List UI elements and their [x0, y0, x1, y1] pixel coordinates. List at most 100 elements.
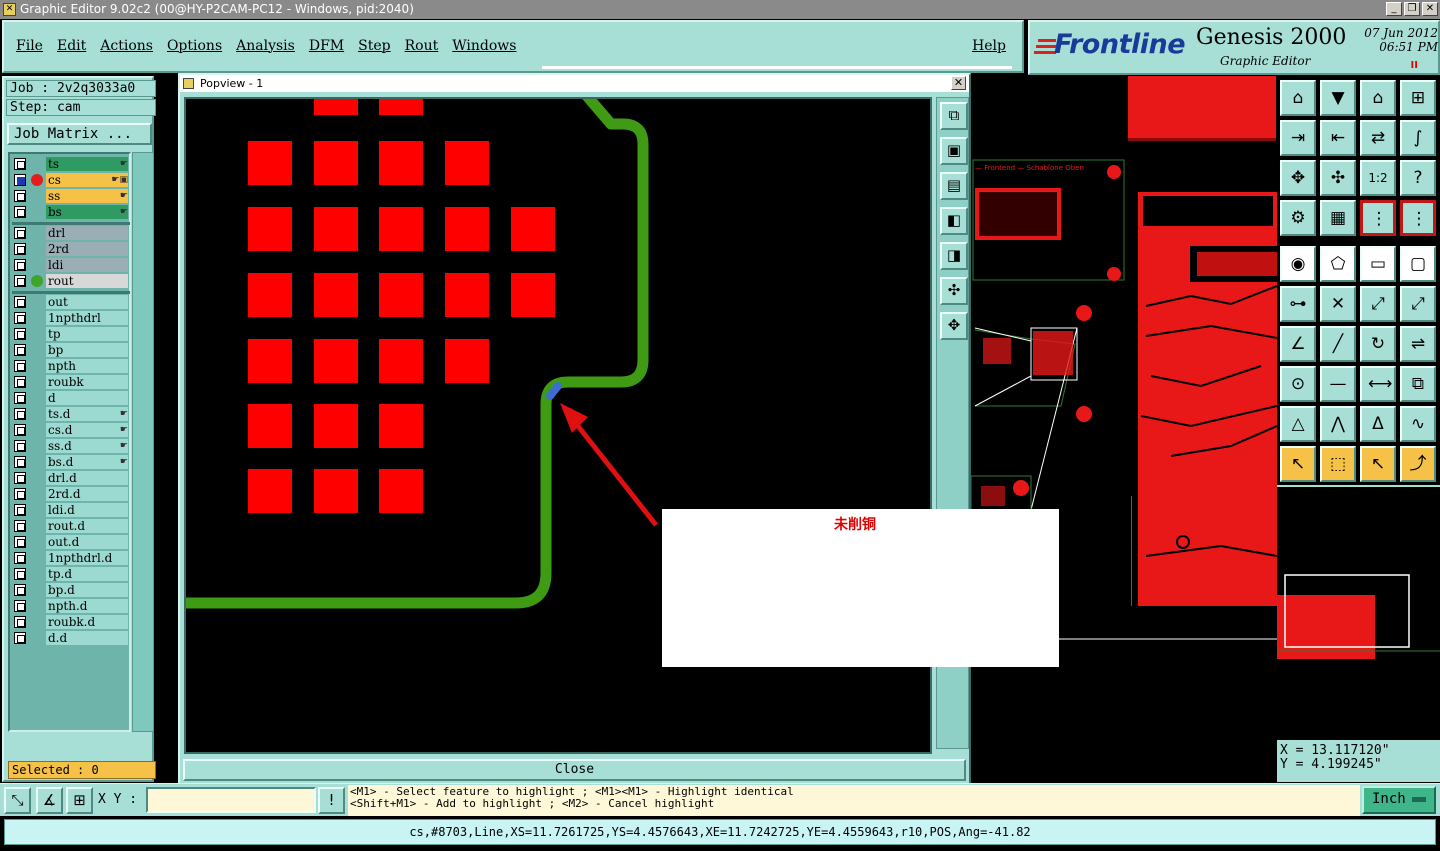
- measure-icon[interactable]: ∡: [36, 787, 63, 814]
- snap-point-icon[interactable]: ⊙: [1280, 366, 1316, 402]
- layer-row-ldi[interactable]: ldi: [12, 258, 130, 272]
- minimize-button[interactable]: _: [1386, 2, 1402, 16]
- home-icon[interactable]: ⌂: [1280, 80, 1316, 116]
- layer-list-scrollbar[interactable]: [132, 152, 154, 732]
- layer-checkbox[interactable]: [14, 227, 26, 239]
- layer-checkbox[interactable]: [14, 243, 26, 255]
- step-in-icon[interactable]: ⇥: [1280, 120, 1316, 156]
- wave-icon[interactable]: ∿: [1400, 406, 1436, 442]
- layer-checkbox[interactable]: [14, 296, 26, 308]
- layer-row-rout[interactable]: rout: [12, 274, 130, 288]
- layer-name[interactable]: tp.d: [46, 567, 128, 581]
- layer-name[interactable]: d: [46, 391, 128, 405]
- layer-row-2rd[interactable]: 2rd: [12, 242, 130, 256]
- layer-row-out[interactable]: out: [12, 295, 130, 309]
- pan-left-icon[interactable]: ◧: [940, 207, 968, 235]
- layer-name[interactable]: rout.d: [46, 519, 128, 533]
- layer-name[interactable]: roubk: [46, 375, 128, 389]
- join-icon[interactable]: ⤢: [1400, 286, 1436, 322]
- help-icon[interactable]: ?: [1400, 160, 1436, 196]
- ratio-icon[interactable]: 1:2: [1360, 160, 1396, 196]
- layer-checkbox[interactable]: [14, 424, 26, 436]
- step-out-icon[interactable]: ⇤: [1320, 120, 1356, 156]
- delta-icon[interactable]: Δ: [1360, 406, 1396, 442]
- layer-checkbox[interactable]: [14, 206, 26, 218]
- popview-window[interactable]: Popview - 1 ✕ ⧉ ▣ ▤ ◧ ◨ ✣ ✥ Close: [178, 73, 971, 785]
- alert-icon[interactable]: !: [318, 787, 345, 814]
- layer-row-tp[interactable]: tp: [12, 327, 130, 341]
- main-graphics-canvas[interactable]: — Frontend — Schablone Oben: [971, 76, 1277, 782]
- layer-row-bp[interactable]: bp: [12, 343, 130, 357]
- layer-checkbox[interactable]: [14, 536, 26, 548]
- display-icon[interactable]: ▼: [1320, 80, 1356, 116]
- layer-row-d[interactable]: d: [12, 391, 130, 405]
- house-icon[interactable]: ⌂: [1360, 80, 1396, 116]
- layer-row-ldi-d[interactable]: ldi.d: [12, 503, 130, 517]
- layer-name[interactable]: out: [46, 295, 128, 309]
- layer-row-1npthdrl[interactable]: 1npthdrl: [12, 311, 130, 325]
- menu-item-edit[interactable]: Edit: [57, 38, 86, 54]
- layer-checkbox[interactable]: [14, 190, 26, 202]
- layer-name[interactable]: bp: [46, 343, 128, 357]
- split-view-icon[interactable]: ⊞: [1400, 80, 1436, 116]
- shape-icon[interactable]: ⬠: [1320, 246, 1356, 282]
- rotate-icon[interactable]: ↻: [1360, 326, 1396, 362]
- layer-row-drl-d[interactable]: drl.d: [12, 471, 130, 485]
- layer-row-d-d[interactable]: d.d: [12, 631, 130, 645]
- layer-checkbox[interactable]: [14, 376, 26, 388]
- layer-checkbox[interactable]: [14, 552, 26, 564]
- tools-icon[interactable]: ⚙: [1280, 200, 1316, 236]
- grid-toggle-icon[interactable]: ▦: [1320, 200, 1356, 236]
- layer-name[interactable]: tp: [46, 327, 128, 341]
- snap-layer-icon[interactable]: ⋮: [1400, 200, 1436, 236]
- layer-checkbox[interactable]: [14, 312, 26, 324]
- grid-icon[interactable]: ⊞: [66, 787, 93, 814]
- select-box-icon[interactable]: ⬚: [1320, 446, 1356, 482]
- layer-checkbox[interactable]: [14, 632, 26, 644]
- segment-icon[interactable]: —: [1320, 366, 1356, 402]
- menu-item-actions[interactable]: Actions: [100, 38, 153, 54]
- edit-node-icon[interactable]: ⤴: [1400, 446, 1436, 482]
- menu-item-windows[interactable]: Windows: [452, 38, 516, 54]
- layer-row-2rd-d[interactable]: 2rd.d: [12, 487, 130, 501]
- menu-item-step[interactable]: Step: [358, 38, 390, 54]
- mirror-icon[interactable]: ⇌: [1400, 326, 1436, 362]
- layer-name[interactable]: ldi: [46, 258, 128, 272]
- units-selector[interactable]: Inch: [1362, 786, 1436, 814]
- pan-up-icon[interactable]: ▣: [940, 137, 968, 165]
- job-matrix-button[interactable]: Job Matrix ...: [7, 123, 152, 145]
- layer-checkbox[interactable]: [14, 504, 26, 516]
- center-icon[interactable]: ✣: [1320, 160, 1356, 196]
- menu-item-dfm[interactable]: DFM: [309, 38, 344, 54]
- layer-row-roubk-d[interactable]: roubk.d: [12, 615, 130, 629]
- layer-checkbox[interactable]: [14, 158, 26, 170]
- layer-checkbox[interactable]: [14, 259, 26, 271]
- layer-checkbox[interactable]: [14, 456, 26, 468]
- layer-name[interactable]: drl: [46, 226, 128, 240]
- layer-row-bs-d[interactable]: bs.d ☛: [12, 455, 130, 469]
- layer-name[interactable]: ss ☛: [46, 189, 128, 203]
- line-icon[interactable]: ╱: [1320, 326, 1356, 362]
- layer-checkbox[interactable]: [14, 584, 26, 596]
- layers-icon[interactable]: ⋮: [1360, 200, 1396, 236]
- swap-icon[interactable]: ⇄: [1360, 120, 1396, 156]
- cross-icon[interactable]: ✕: [1320, 286, 1356, 322]
- layer-checkbox[interactable]: [14, 472, 26, 484]
- layer-name[interactable]: bs ☛: [46, 205, 128, 219]
- pad-icon[interactable]: ◉: [1280, 246, 1316, 282]
- layer-row-cs-d[interactable]: cs.d ☛: [12, 423, 130, 437]
- pause-indicator[interactable]: II: [1411, 60, 1418, 71]
- angle-icon[interactable]: ∠: [1280, 326, 1316, 362]
- layer-name[interactable]: 2rd.d: [46, 487, 128, 501]
- menu-item-options[interactable]: Options: [167, 38, 222, 54]
- menu-item-file[interactable]: File: [16, 38, 43, 54]
- layer-name[interactable]: ts.d ☛: [46, 407, 128, 421]
- ruler-icon[interactable]: ▭: [1360, 246, 1396, 282]
- layer-row-bs[interactable]: bs ☛: [12, 205, 130, 219]
- layer-row-roubk[interactable]: roubk: [12, 375, 130, 389]
- layer-checkbox[interactable]: [14, 488, 26, 500]
- xy-input[interactable]: [146, 787, 316, 813]
- layer-checkbox[interactable]: [14, 568, 26, 580]
- layer-checkbox[interactable]: [14, 275, 26, 287]
- maximize-button[interactable]: ❐: [1404, 2, 1420, 16]
